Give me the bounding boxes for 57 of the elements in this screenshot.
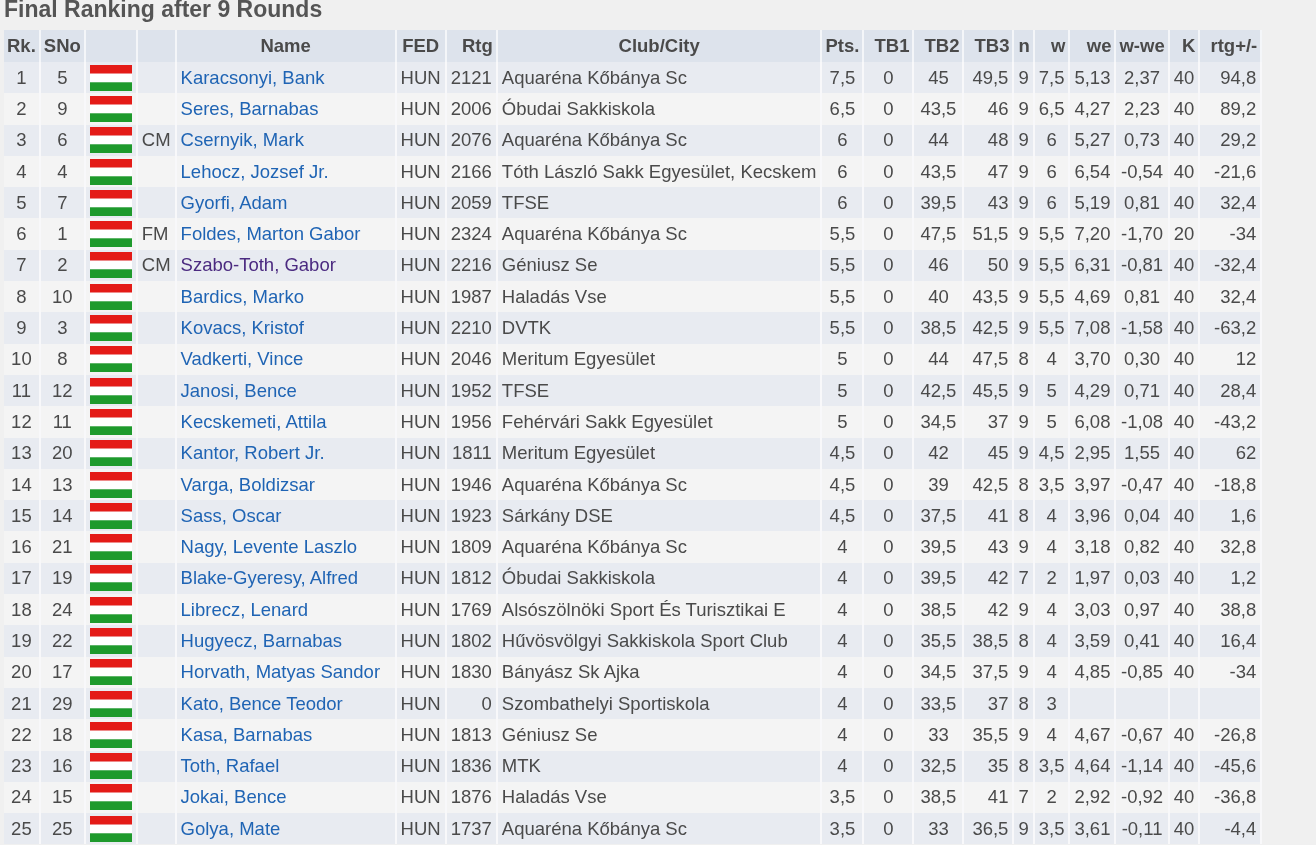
table-cell: -4,4 — [1199, 813, 1262, 845]
player-link[interactable]: Sass, Oscar — [180, 504, 282, 526]
table-cell: HUN — [395, 813, 446, 845]
table-cell: 3,5 — [1033, 813, 1070, 845]
table-cell: 25 — [39, 813, 85, 845]
table-cell: 40 — [1168, 813, 1200, 845]
player-link[interactable]: Kantor, Robert Jr. — [180, 442, 325, 464]
player-link[interactable]: Lehocz, Jozsef Jr. — [180, 160, 329, 182]
table-cell: -0,11 — [1115, 813, 1169, 845]
player-link[interactable]: Bardics, Marko — [180, 285, 304, 307]
player-link[interactable]: Blake-Gyeresy, Alfred — [180, 567, 359, 589]
player-link[interactable]: Horvath, Matyas Sandor — [180, 661, 381, 683]
player-link[interactable]: Foldes, Marton Gabor — [180, 223, 361, 245]
player-link[interactable]: Kasa, Barnabas — [180, 723, 313, 745]
table-cell: 3,61 — [1069, 813, 1116, 845]
player-link[interactable]: Varga, Boldizsar — [180, 473, 315, 495]
table-cell: 25 — [4, 813, 40, 845]
player-link[interactable]: Vadkerti, Vince — [180, 348, 304, 370]
player-link[interactable]: Kecskemeti, Attila — [180, 410, 327, 432]
player-link[interactable]: Janosi, Bence — [180, 379, 297, 401]
flag-icon — [89, 252, 132, 279]
flag-icon — [89, 628, 132, 654]
player-link[interactable]: Toth, Rafael — [180, 755, 280, 777]
player-link[interactable]: Seres, Barnabas — [180, 97, 319, 119]
table-cell: 1737 — [445, 813, 497, 845]
flag-icon — [89, 784, 132, 811]
flag-icon — [89, 127, 132, 154]
flag-icon — [89, 753, 132, 780]
player-link[interactable]: Gyorfi, Adam — [180, 191, 288, 213]
player-link[interactable]: Karacsonyi, Bank — [180, 66, 325, 88]
flag-icon — [89, 158, 132, 185]
table-cell: 33 — [913, 813, 964, 845]
table-cell: 36,5 — [963, 813, 1014, 845]
flag-icon — [89, 471, 132, 498]
flag-icon — [89, 377, 132, 404]
player-link[interactable]: Csernyik, Mark — [180, 129, 304, 151]
flag-icon — [89, 502, 132, 529]
flag-icon — [89, 64, 132, 91]
flag-icon — [89, 315, 132, 341]
player-link[interactable]: Szabo-Toth, Gabor — [180, 254, 336, 276]
player-link[interactable]: Jokai, Bence — [180, 786, 287, 808]
player-link[interactable]: Golya, Mate — [180, 817, 281, 839]
table-cell: 3,5 — [821, 813, 864, 845]
player-link[interactable]: Kato, Bence Teodor — [180, 692, 343, 714]
table-cell: Aquaréna Kőbánya Sc — [496, 813, 822, 845]
player-link[interactable]: Hugyecz, Barnabas — [180, 630, 343, 651]
player-link[interactable]: Librecz, Lenard — [180, 598, 309, 620]
flag-icon — [89, 440, 132, 467]
flag-icon — [89, 815, 132, 842]
table-cell: 9 — [1013, 813, 1034, 845]
table-cell: 0 — [863, 813, 914, 845]
flag-icon — [89, 189, 132, 216]
player-link[interactable]: Nagy, Levente Laszlo — [180, 536, 358, 558]
flag-icon — [89, 690, 132, 717]
player-link[interactable]: Kovacs, Kristof — [180, 317, 304, 338]
page-title: Final Ranking after 9 Rounds — [4, 0, 323, 24]
flag-icon — [89, 565, 132, 592]
